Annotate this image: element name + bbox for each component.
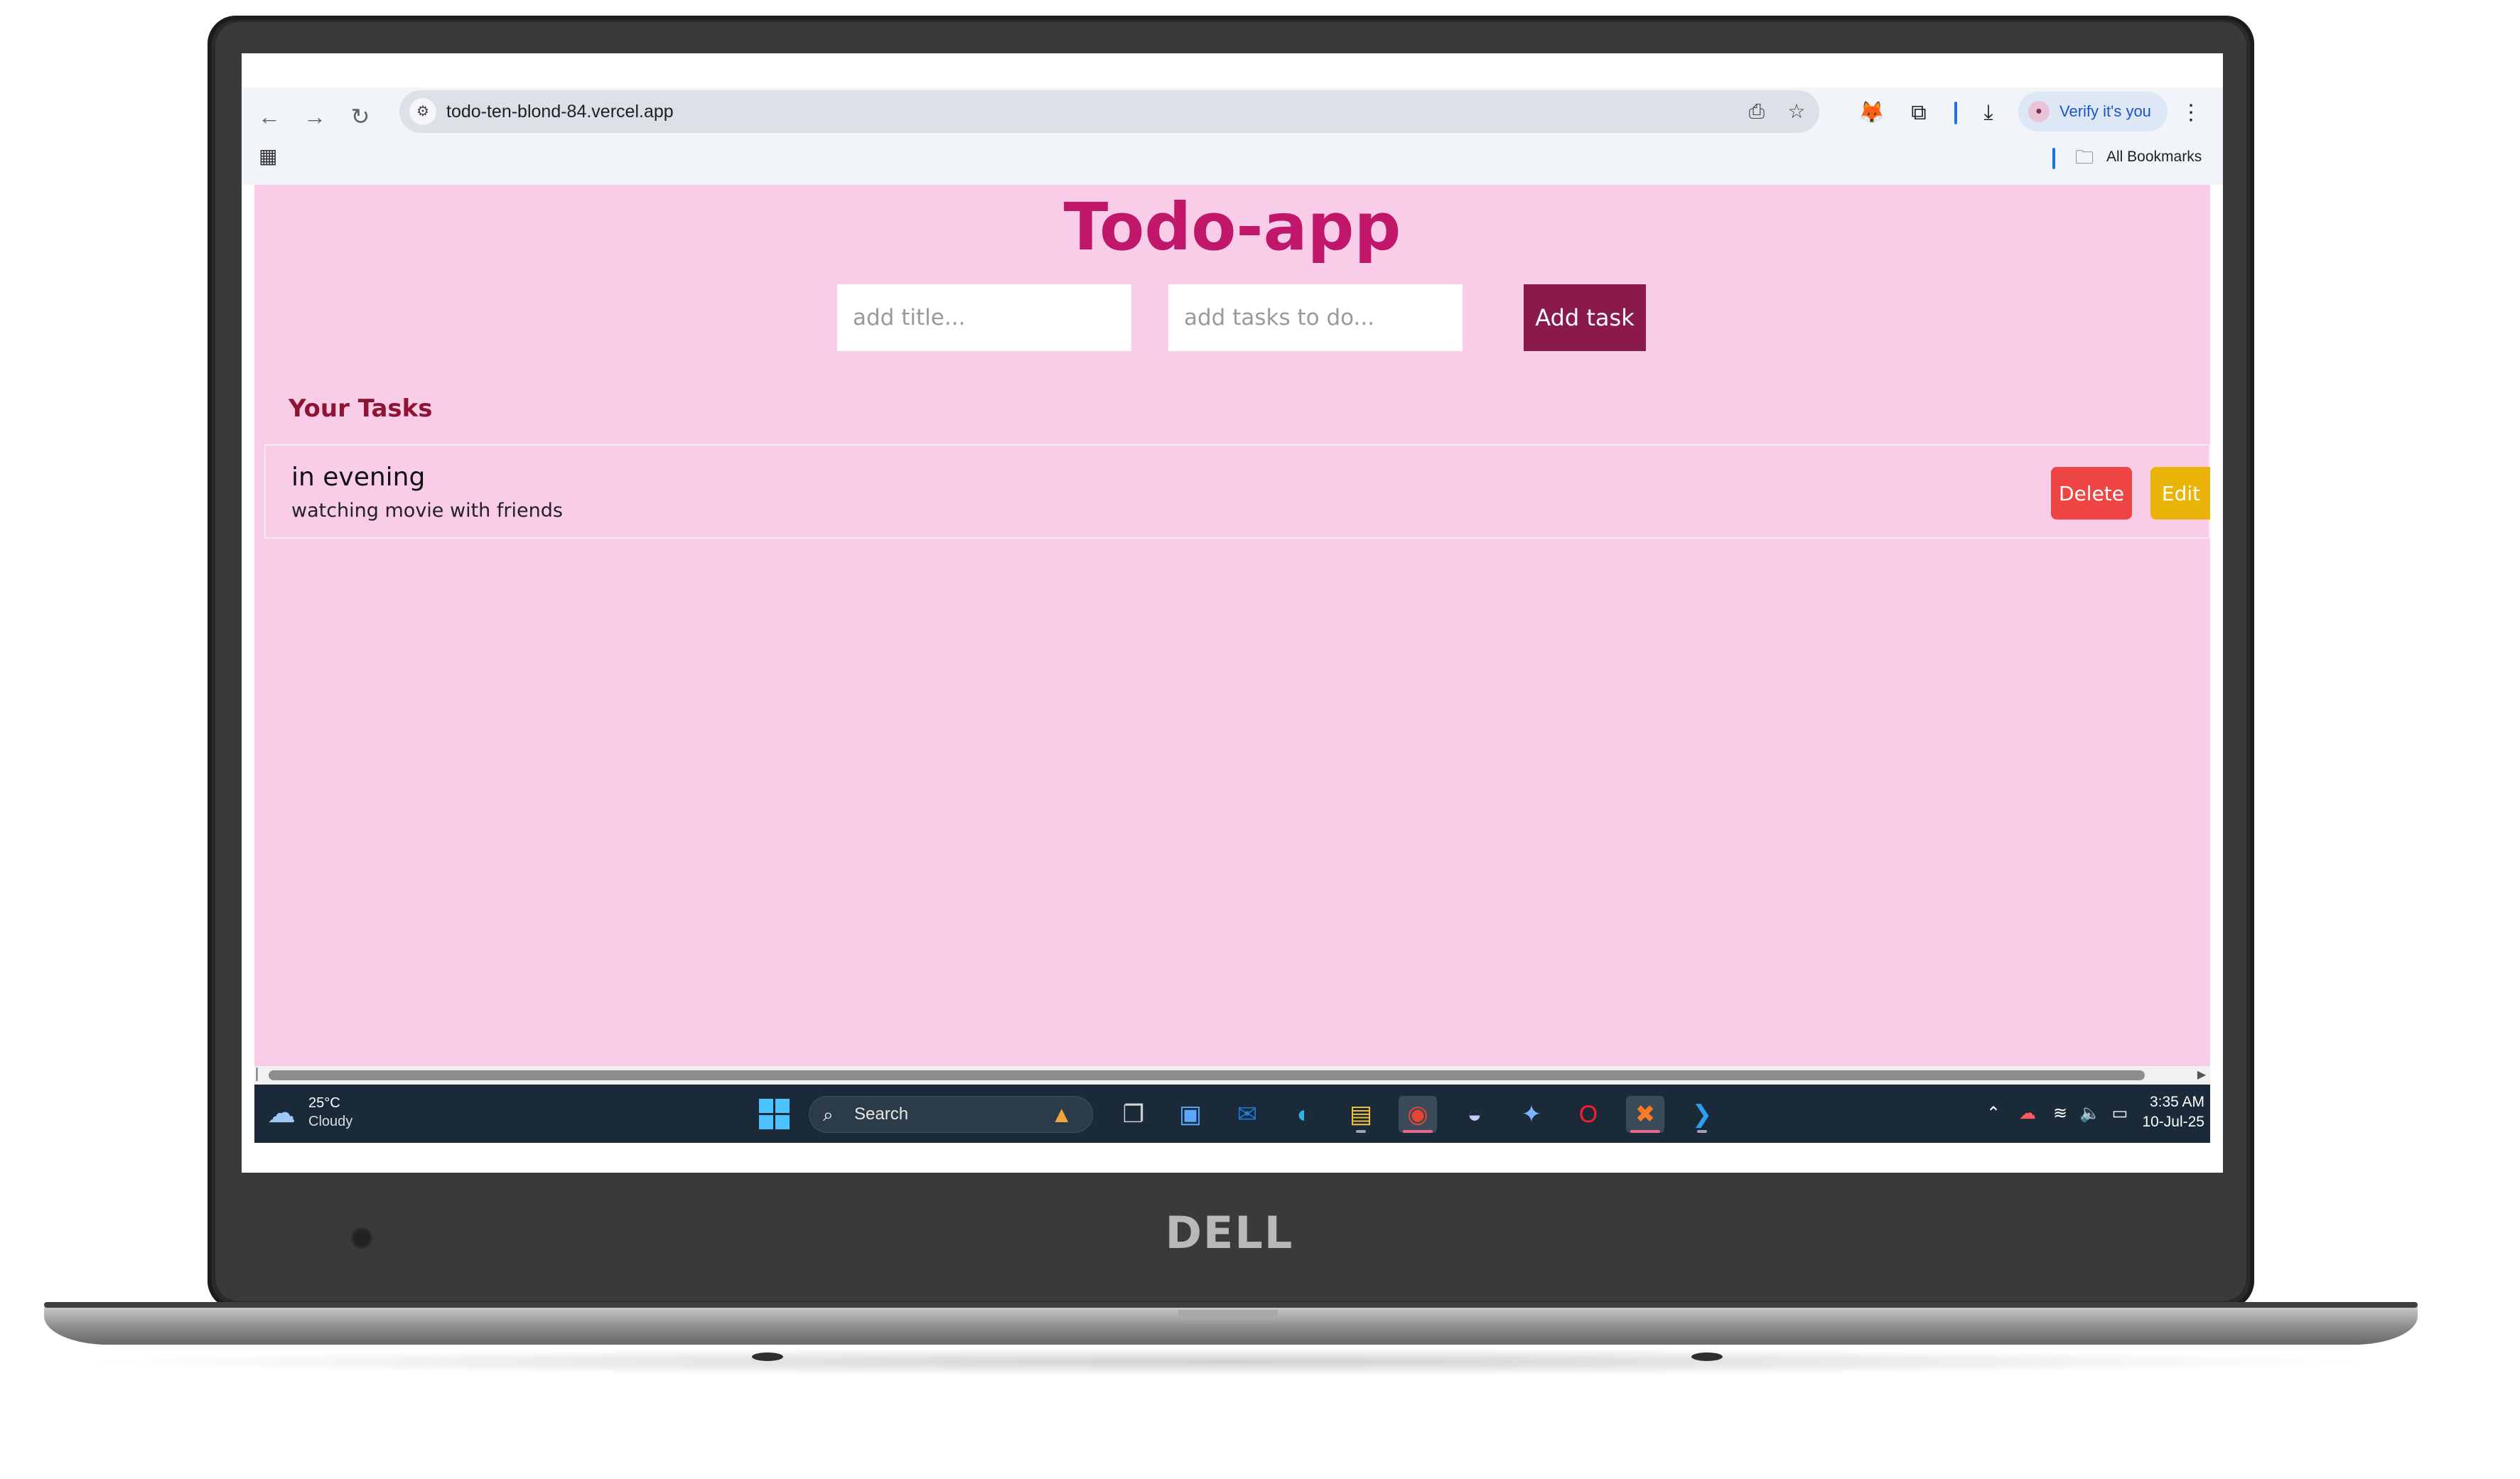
scroll-right-icon[interactable]: ▶ xyxy=(2195,1068,2209,1082)
task-description: watching movie with friends xyxy=(291,500,563,522)
metamask-icon[interactable]: 🦊 xyxy=(1856,97,1888,129)
chrome-icon[interactable]: ◉ xyxy=(1399,1096,1437,1133)
url-text[interactable]: todo-ten-blond-84.vercel.app xyxy=(446,90,674,133)
star-icon[interactable]: ☆ xyxy=(1782,97,1811,126)
kebab-menu-icon[interactable]: ⋮ xyxy=(2180,97,2202,129)
laptop-foot xyxy=(752,1352,783,1361)
install-app-icon[interactable]: ⎙ xyxy=(1743,97,1771,126)
wifi-icon[interactable]: ≋ xyxy=(2048,1102,2072,1126)
windows-start-icon[interactable] xyxy=(759,1099,790,1130)
edit-button[interactable]: Edit xyxy=(2150,467,2210,520)
search-label: Search xyxy=(854,1104,909,1124)
bookmarks-divider xyxy=(2052,148,2055,169)
title-input[interactable] xyxy=(837,284,1131,351)
delete-button[interactable]: Delete xyxy=(2051,467,2132,520)
puzzle-icon[interactable]: ⧉ xyxy=(1903,97,1934,129)
taskbar: ☁ 25°C Cloudy ⌕ Search ▲ ❐ ▣ ✉ ◐ ▤ ◉ ◒ ✦… xyxy=(254,1085,2210,1143)
address-bar[interactable]: ⚙ todo-ten-blond-84.vercel.app ⎙ ☆ xyxy=(399,90,1819,133)
eclipse-icon[interactable]: ◒ xyxy=(1455,1096,1494,1133)
task-input[interactable] xyxy=(1168,284,1463,351)
task-item: in evening watching movie with friends D… xyxy=(264,444,2210,539)
cloud-icon[interactable]: ☁ xyxy=(267,1099,301,1127)
download-icon[interactable]: ⤓ xyxy=(1973,97,2004,129)
volume-icon[interactable]: 🔈 xyxy=(2078,1102,2102,1126)
clock-date[interactable]: 10-Jul-25 xyxy=(2136,1113,2204,1131)
outlook-icon[interactable]: ✉ xyxy=(1228,1096,1266,1133)
clock-time[interactable]: 3:35 AM xyxy=(2136,1093,2204,1112)
laptop-hinge xyxy=(44,1302,2418,1308)
search-highlight-icon: ▲ xyxy=(1050,1102,1073,1127)
edge-icon[interactable]: ◐ xyxy=(1285,1096,1323,1133)
laptop-screen: ← → ↻ ⚙ todo-ten-blond-84.vercel.app ⎙ ☆… xyxy=(242,53,2223,1173)
site-info-icon[interactable]: ⚙ xyxy=(409,98,436,125)
onedrive-icon[interactable]: ☁ xyxy=(2015,1102,2040,1126)
search-icon: ⌕ xyxy=(823,1104,834,1125)
all-bookmarks-link[interactable]: All Bookmarks xyxy=(2106,146,2202,168)
dell-logo: DELL xyxy=(1165,1207,1294,1259)
laptop-base xyxy=(44,1302,2418,1345)
profile-button[interactable]: ● Verify it's you xyxy=(2018,92,2168,131)
copilot-icon[interactable]: ✦ xyxy=(1512,1096,1551,1133)
laptop-foot xyxy=(1691,1352,1723,1361)
todo-page: Todo-app Add task Your Tasks in evening … xyxy=(254,185,2210,1066)
scroll-left-icon[interactable]: ▏ xyxy=(254,1068,267,1082)
profile-avatar: ● xyxy=(2028,101,2050,122)
task-view-icon[interactable]: ❐ xyxy=(1114,1096,1153,1133)
weather-condition[interactable]: Cloudy xyxy=(308,1113,352,1130)
reload-icon[interactable]: ↻ xyxy=(343,99,378,134)
apps-grid-icon[interactable]: ▦ xyxy=(259,146,280,167)
horizontal-scrollbar[interactable]: ▏ ▶ xyxy=(254,1066,2210,1085)
task-title: in evening xyxy=(291,463,426,492)
webcam-icon xyxy=(351,1227,372,1249)
add-task-button[interactable]: Add task xyxy=(1524,284,1646,351)
laptop-shadow xyxy=(71,1348,2388,1376)
scrollbar-thumb[interactable] xyxy=(269,1070,2145,1080)
chevron-up-icon[interactable]: ⌃ xyxy=(1981,1102,2005,1126)
tab-strip xyxy=(242,53,2223,87)
taskbar-search[interactable]: ⌕ Search ▲ xyxy=(809,1096,1093,1133)
profile-label: Verify it's you xyxy=(2059,102,2151,120)
battery-icon[interactable]: ▭ xyxy=(2108,1102,2132,1126)
back-arrow-icon[interactable]: ← xyxy=(252,99,287,134)
vscode-icon[interactable]: ❯ xyxy=(1683,1096,1721,1133)
weather-temperature[interactable]: 25°C xyxy=(308,1095,340,1112)
section-title: Your Tasks xyxy=(289,394,433,423)
opera-icon[interactable]: O xyxy=(1569,1096,1608,1133)
xampp-icon[interactable]: ✖ xyxy=(1626,1096,1664,1133)
forward-arrow-icon[interactable]: → xyxy=(297,99,333,134)
toolbar-divider xyxy=(1954,102,1957,124)
laptop-notch xyxy=(1178,1310,1278,1320)
store-icon[interactable]: ▣ xyxy=(1171,1096,1210,1133)
page-title: Todo-app xyxy=(1063,189,1401,265)
file-explorer-icon[interactable]: ▤ xyxy=(1342,1096,1380,1133)
folder-icon: 🗀 xyxy=(2075,146,2094,168)
browser-toolbar: ← → ↻ ⚙ todo-ten-blond-84.vercel.app ⎙ ☆… xyxy=(242,53,2223,185)
